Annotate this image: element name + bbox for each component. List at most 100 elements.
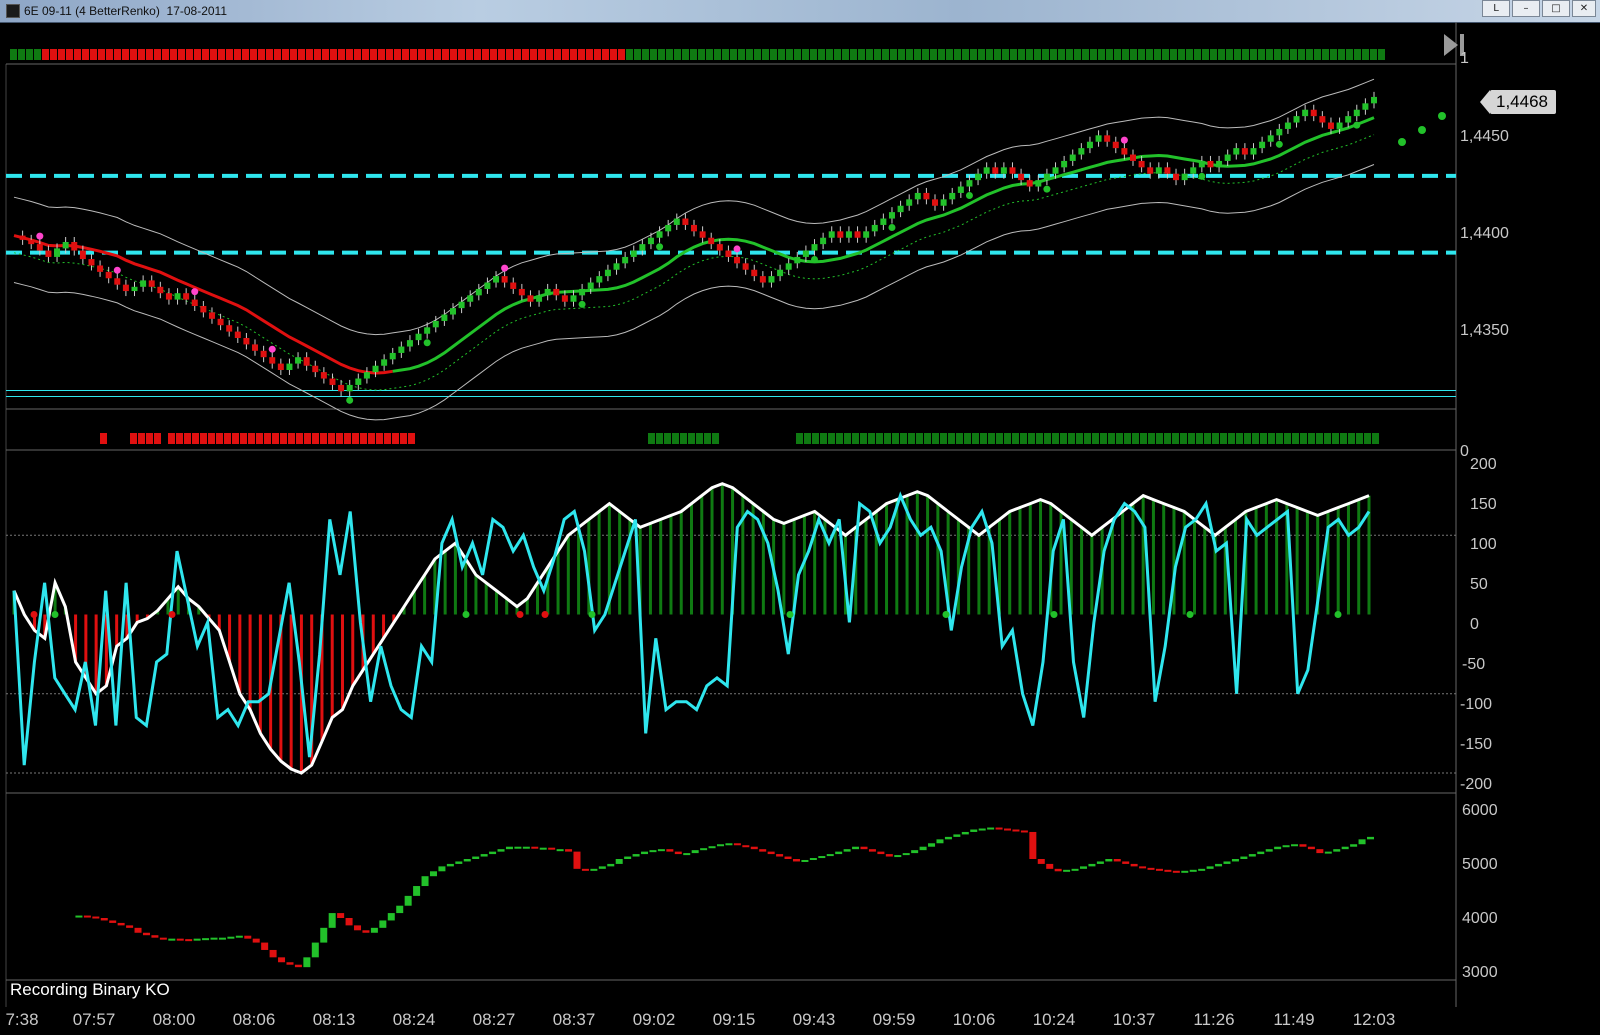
- volume-axis-label: 3000: [1462, 964, 1498, 981]
- renko-candle: [1155, 167, 1162, 174]
- time-axis-label: 11:49: [1273, 1010, 1315, 1029]
- trend-bar-block: [1258, 49, 1265, 60]
- signal-dot: [1275, 140, 1283, 148]
- signal-bar-block: [940, 433, 947, 444]
- trend-bar-block: [1226, 49, 1233, 60]
- cumulative-volume-block: [489, 851, 497, 855]
- renko-candle: [1233, 148, 1240, 155]
- renko-candle: [699, 231, 706, 238]
- renko-candle: [940, 199, 947, 206]
- signal-bar-block: [1268, 433, 1275, 444]
- signal-bar-block: [1332, 433, 1339, 444]
- renko-candle: [1250, 148, 1257, 155]
- renko-candle: [1026, 180, 1033, 187]
- maximize-button[interactable]: □: [1542, 0, 1570, 17]
- trend-bar-block: [490, 49, 497, 60]
- trend-bar-block: [282, 49, 289, 60]
- signal-bar-block: [964, 433, 971, 444]
- signal-bar-block: [1076, 433, 1083, 444]
- trend-bar-block: [538, 49, 545, 60]
- cumulative-volume-block: [294, 964, 302, 968]
- trend-bar-block: [954, 49, 961, 60]
- signal-dot: [1353, 121, 1361, 129]
- link-button[interactable]: L: [1482, 0, 1510, 17]
- renko-candle: [484, 282, 491, 289]
- signal-dot: [811, 256, 819, 264]
- renko-candle: [544, 288, 551, 296]
- time-axis-label: 07:57: [72, 1010, 116, 1029]
- cumulative-volume-block: [725, 843, 733, 846]
- renko-candle: [682, 218, 689, 225]
- renko-candle: [604, 269, 611, 277]
- renko-candle: [1336, 122, 1343, 129]
- renko-candle: [888, 212, 895, 219]
- cumulative-volume-block: [826, 854, 834, 857]
- projection-dot: [1418, 126, 1426, 134]
- cumulative-volume-block: [742, 845, 750, 848]
- signal-bar-block: [224, 433, 231, 444]
- time-axis-label: 08:00: [152, 1010, 196, 1029]
- signal-bar-block: [1356, 433, 1363, 444]
- trend-bar-block: [1242, 49, 1249, 60]
- cumulative-volume-block: [1037, 859, 1045, 864]
- trend-bar-block: [370, 49, 377, 60]
- renko-candle: [673, 218, 680, 225]
- renko-candle: [553, 288, 560, 296]
- trend-bar-block: [906, 49, 913, 60]
- trend-bar-block: [514, 49, 521, 60]
- window-titlebar: 6E 09-11 (4 BetterRenko) 17-08-2011 L – …: [0, 0, 1600, 23]
- signal-bar-block: [828, 433, 835, 444]
- renko-candle: [329, 378, 336, 385]
- renko-candle: [957, 186, 964, 193]
- signal-bar-block: [184, 433, 191, 444]
- cumulative-volume-block: [590, 868, 598, 871]
- signal-bar-block: [1292, 433, 1299, 444]
- volume-axis-label: 4000: [1462, 910, 1498, 927]
- signal-bar-block: [868, 433, 875, 444]
- signal-bar-block: [138, 433, 145, 444]
- trend-bar-block: [1178, 49, 1185, 60]
- signal-bar-block: [328, 433, 335, 444]
- renko-candle: [467, 295, 474, 302]
- renko-candle: [1095, 135, 1102, 142]
- renko-candle: [19, 235, 26, 240]
- zero-cross-dot: [30, 611, 38, 618]
- renko-candle: [1319, 116, 1326, 123]
- trend-bar-block: [394, 49, 401, 60]
- time-axis-label: 08:24: [392, 1010, 436, 1029]
- chart-area[interactable]: [0, 22, 1600, 1035]
- signal-bar-block: [884, 433, 891, 444]
- cumulative-volume-block: [387, 913, 395, 921]
- renko-candle: [1293, 116, 1300, 123]
- cumulative-volume-block: [1164, 869, 1172, 872]
- trend-bar-block: [1298, 49, 1305, 60]
- signal-bar-block: [248, 433, 255, 444]
- cumulative-volume-block: [1367, 836, 1374, 840]
- renko-candle: [174, 293, 181, 300]
- trend-bar-block: [1250, 49, 1257, 60]
- signal-dot: [36, 232, 44, 240]
- renko-candle: [647, 237, 654, 245]
- signal-bar-block: [1092, 433, 1099, 444]
- cumulative-volume-block: [632, 854, 640, 857]
- cumulative-volume-block: [261, 942, 269, 950]
- cumulative-volume-block: [1139, 866, 1147, 869]
- signal-bar-block: [312, 433, 319, 444]
- trend-bar-block: [146, 49, 153, 60]
- renko-candle: [269, 357, 276, 364]
- close-button[interactable]: ✕: [1572, 0, 1596, 17]
- cumulative-volume-block: [362, 930, 370, 933]
- trend-bar-block: [498, 49, 505, 60]
- trend-bar-block: [98, 49, 105, 60]
- renko-candle: [751, 269, 758, 277]
- cumulative-volume-block: [1071, 868, 1079, 871]
- trend-bar-block: [1098, 49, 1105, 60]
- trend-bar-block: [1234, 49, 1241, 60]
- trend-bar-block: [218, 49, 225, 60]
- trend-bar-block: [1322, 49, 1329, 60]
- renko-candle: [768, 276, 775, 283]
- signal-bar-axis-label: 0: [1460, 443, 1469, 460]
- signal-bar-block: [256, 433, 263, 444]
- volume-axis-label: 5000: [1462, 856, 1498, 873]
- minimize-button[interactable]: –: [1512, 0, 1540, 17]
